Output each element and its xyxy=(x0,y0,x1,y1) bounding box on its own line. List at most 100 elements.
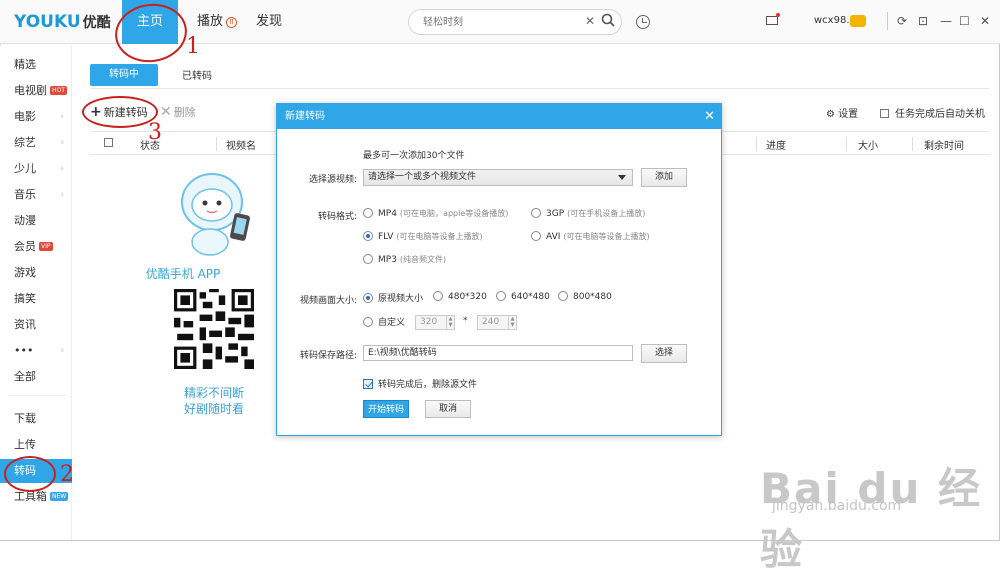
radio-icon xyxy=(363,317,373,327)
save-path-input[interactable]: E:\视频\优酷转码 xyxy=(363,345,633,361)
close-icon[interactable]: ✕ xyxy=(980,14,990,28)
format-flv-radio[interactable]: FLV (可在电脑等设备上播放) xyxy=(363,231,483,242)
mail-icon[interactable] xyxy=(766,16,778,25)
sidebar-item-anime[interactable]: 动漫 xyxy=(0,209,72,233)
format-mp3-radio[interactable]: MP3 (纯音频文件) xyxy=(363,254,446,265)
notification-dot xyxy=(776,13,780,17)
search-box: ✕ xyxy=(408,9,622,35)
annotation-circle-3 xyxy=(82,96,158,128)
browse-button[interactable]: 选择 xyxy=(641,344,687,363)
delete-button[interactable]: ✕ 删除 xyxy=(160,104,196,120)
tab-transcoding[interactable]: 转码中 xyxy=(90,64,158,86)
clear-icon[interactable]: ✕ xyxy=(585,14,595,28)
chevron-right-icon: › xyxy=(60,138,64,148)
auto-shutdown-checkbox[interactable]: 任务完成后自动关机 xyxy=(880,105,985,120)
sidebar-item-variety[interactable]: 综艺 › xyxy=(0,131,72,155)
source-label: 选择源视频: xyxy=(308,175,357,185)
sidebar-item-vip[interactable]: 会员 VIP xyxy=(0,235,72,259)
column-divider xyxy=(912,137,913,151)
column-video-name[interactable]: 视频名 xyxy=(226,137,256,152)
sidebar-item-kids[interactable]: 少儿 › xyxy=(0,157,72,181)
checkbox-checked-icon xyxy=(363,379,373,389)
column-divider xyxy=(756,137,757,151)
custom-height-stepper[interactable]: 240 ▲ ▼ xyxy=(477,315,517,330)
delete-source-checkbox[interactable]: 转码完成后，删除源文件 xyxy=(363,377,477,390)
dialog-title: 新建转码 xyxy=(285,111,325,122)
vip-badge: VIP xyxy=(39,242,53,251)
maximize-icon[interactable]: ☐ xyxy=(959,14,970,28)
column-remaining-time[interactable]: 剩余时间 xyxy=(924,137,964,152)
new-transcode-dialog: 新建转码 ✕ 最多可一次添加30个文件 选择源视频: 请选择一个或多个视频文件 … xyxy=(276,103,722,436)
sidebar-item-upload[interactable]: 上传 xyxy=(0,433,72,457)
size-original-radio[interactable]: 原视频大小 xyxy=(363,291,423,304)
column-progress[interactable]: 进度 xyxy=(766,137,786,152)
size-640x480-radio[interactable]: 640*480 xyxy=(496,291,550,302)
format-avi-radio[interactable]: AVI (可在电脑等设备上播放) xyxy=(531,231,650,242)
minimize-icon[interactable]: — xyxy=(940,14,952,28)
sidebar-item-games[interactable]: 游戏 xyxy=(0,261,72,285)
format-3gp-radio[interactable]: 3GP (可在手机设备上播放) xyxy=(531,208,645,219)
qr-code[interactable] xyxy=(174,289,254,369)
miniplayer-icon[interactable]: ⊡ xyxy=(918,14,928,28)
mascot-illustration xyxy=(181,173,250,256)
promo-title: 优酷手机 APP xyxy=(145,267,221,281)
new-badge: NEW xyxy=(50,492,69,501)
select-all-checkbox[interactable] xyxy=(104,138,113,147)
sidebar-item-all[interactable]: 全部 xyxy=(0,365,72,389)
column-divider xyxy=(216,137,217,151)
sidebar-item-funny[interactable]: 搞笑 xyxy=(0,287,72,311)
youku-logo[interactable]: YOUKU 优酷 xyxy=(14,12,111,32)
clock-icon[interactable] xyxy=(636,15,650,29)
stepper-arrows-icon[interactable]: ▲ ▼ xyxy=(508,316,516,329)
format-label: 转码格式: xyxy=(317,212,357,222)
chevron-down-icon xyxy=(618,175,626,180)
times-sign: * xyxy=(463,316,468,326)
annotation-number-3: 3 xyxy=(148,120,162,145)
gear-icon: ⚙ xyxy=(826,109,835,120)
radio-icon xyxy=(496,291,506,301)
nav-discover[interactable]: 发现 xyxy=(256,0,282,44)
tab-transcoded[interactable]: 已转码 xyxy=(182,67,212,82)
dialog-header: 新建转码 ✕ xyxy=(277,104,721,129)
sidebar-item-more[interactable]: ••• › xyxy=(0,339,72,363)
nav-play[interactable]: 播放 II xyxy=(197,0,238,44)
dialog-close-icon[interactable]: ✕ xyxy=(704,104,715,129)
sidebar-item-tv[interactable]: 电视剧 HOT xyxy=(0,79,72,103)
sidebar-item-music[interactable]: 音乐 › xyxy=(0,183,72,207)
column-size[interactable]: 大小 xyxy=(858,137,878,152)
chevron-right-icon: › xyxy=(60,346,64,356)
radio-selected-icon xyxy=(363,293,373,303)
annotation-number-2: 2 xyxy=(60,462,74,487)
play-icon: II xyxy=(226,17,238,28)
search-icon[interactable] xyxy=(601,13,615,27)
chevron-right-icon: › xyxy=(60,164,64,174)
search-input[interactable] xyxy=(423,14,583,30)
add-button[interactable]: 添加 xyxy=(641,168,687,187)
size-480x320-radio[interactable]: 480*320 xyxy=(433,291,487,302)
source-select[interactable]: 请选择一个或多个视频文件 xyxy=(363,169,633,186)
annotation-circle-2 xyxy=(4,456,56,492)
sidebar-item-news[interactable]: 资讯 xyxy=(0,313,72,337)
column-divider xyxy=(846,137,847,151)
sidebar-item-movie[interactable]: 电影 › xyxy=(0,105,72,129)
sidebar-item-featured[interactable]: 精选 xyxy=(0,53,72,77)
custom-width-stepper[interactable]: 320 ▲ ▼ xyxy=(415,315,455,330)
size-800x480-radio[interactable]: 800*480 xyxy=(558,291,612,302)
settings-button[interactable]: ⚙ 设置 xyxy=(826,105,858,120)
sidebar-item-download[interactable]: 下载 xyxy=(0,407,72,431)
chevron-right-icon: › xyxy=(60,190,64,200)
size-custom-radio[interactable]: 自定义 xyxy=(363,315,405,328)
start-transcode-button[interactable]: 开始转码 xyxy=(363,400,409,418)
annotation-number-1: 1 xyxy=(186,34,200,59)
cancel-button[interactable]: 取消 xyxy=(425,400,471,418)
hot-badge: HOT xyxy=(50,86,67,95)
path-label: 转码保存路径: xyxy=(299,351,357,361)
stepper-arrows-icon[interactable]: ▲ ▼ xyxy=(446,316,454,329)
app-promo: 优酷手机 APP 精彩不间断 好剧随时看 xyxy=(90,156,276,426)
vip-badge-icon xyxy=(850,15,866,27)
chevron-right-icon: › xyxy=(60,112,64,122)
radio-icon xyxy=(363,254,373,264)
refresh-icon[interactable]: ⟳ xyxy=(897,14,907,28)
radio-icon xyxy=(558,291,568,301)
format-mp4-radio[interactable]: MP4 (可在电脑，apple等设备播放) xyxy=(363,208,508,219)
